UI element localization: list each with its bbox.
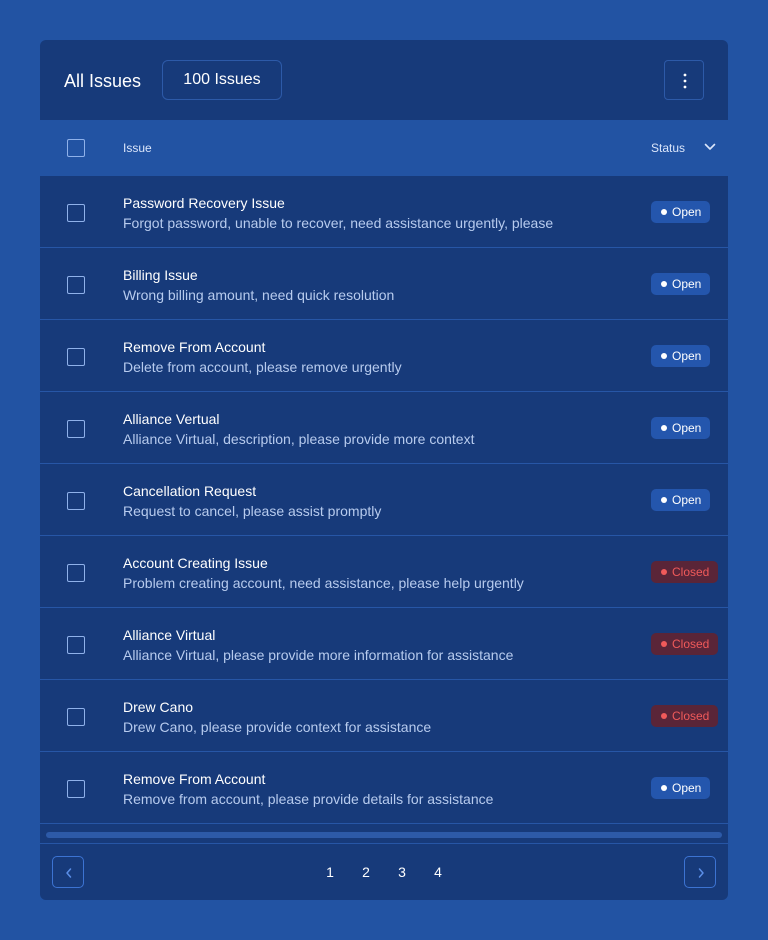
table-row[interactable]: Remove From Account Delete from account, … xyxy=(40,320,728,392)
issue-title: Alliance Virtual xyxy=(123,627,216,643)
status-dot-icon xyxy=(661,353,667,359)
status-dot-icon xyxy=(661,713,667,719)
status-dot-icon xyxy=(661,569,667,575)
page-title: All Issues xyxy=(64,71,142,91)
issue-title: Alliance Vertual xyxy=(123,411,220,427)
status-label: Closed xyxy=(672,565,710,579)
row-checkbox[interactable] xyxy=(67,420,85,438)
issue-title: Remove From Account xyxy=(123,771,266,787)
status-label: Closed xyxy=(672,709,710,723)
issue-title: Remove From Account xyxy=(123,339,266,355)
issue-description: Alliance Virtual, description, please pr… xyxy=(123,431,475,447)
status-label: Closed xyxy=(672,637,710,651)
row-checkbox[interactable] xyxy=(67,708,85,726)
chevron-right-icon xyxy=(698,868,704,878)
page-3-link[interactable]: 3 xyxy=(392,864,412,880)
row-checkbox[interactable] xyxy=(67,564,85,582)
status-dot-icon xyxy=(661,209,667,215)
status-dot-icon xyxy=(661,425,667,431)
more-options-button[interactable] xyxy=(664,60,704,100)
page-2-link[interactable]: 2 xyxy=(356,864,376,880)
issue-description: Delete from account, please remove urgen… xyxy=(123,359,402,375)
page-4-link[interactable]: 4 xyxy=(428,864,448,880)
status-dot-icon xyxy=(661,641,667,647)
issue-description: Alliance Virtual, please provide more in… xyxy=(123,647,514,663)
status-badge: Open xyxy=(651,201,711,223)
status-badge: Open xyxy=(651,489,711,511)
status-badge: Open xyxy=(651,777,711,799)
row-checkbox[interactable] xyxy=(67,492,85,510)
vertical-ellipsis-icon xyxy=(683,73,687,89)
status-label: Open xyxy=(672,781,702,795)
table-row[interactable]: Password Recovery Issue Forgot password, … xyxy=(40,176,728,248)
column-header-status[interactable]: Status xyxy=(651,141,685,155)
divider xyxy=(40,843,728,844)
next-page-button[interactable] xyxy=(684,856,716,888)
issue-description: Forgot password, unable to recover, need… xyxy=(123,215,554,231)
table-row[interactable]: Account Creating Issue Problem creating a… xyxy=(40,536,728,608)
row-checkbox[interactable] xyxy=(67,204,85,222)
row-checkbox[interactable] xyxy=(67,636,85,654)
status-label: Open xyxy=(672,493,702,507)
issues-card: All Issues 100 Issues Issue Status Passw… xyxy=(40,40,728,900)
status-dot-icon xyxy=(661,785,667,791)
status-badge: Open xyxy=(651,417,711,439)
row-checkbox[interactable] xyxy=(67,276,85,294)
issue-description: Remove from account, please provide deta… xyxy=(123,791,494,807)
row-checkbox[interactable] xyxy=(67,348,85,366)
row-checkbox[interactable] xyxy=(67,780,85,798)
status-label: Open xyxy=(672,277,702,291)
select-all-checkbox[interactable] xyxy=(67,139,85,157)
table-row[interactable]: Billing Issue Wrong billing amount, need … xyxy=(40,248,728,320)
issue-title: Cancellation Request xyxy=(123,483,257,499)
issue-title: Billing Issue xyxy=(123,267,198,283)
issue-count-badge: 100 Issues xyxy=(162,60,282,100)
issue-description: Problem creating account, need assistanc… xyxy=(123,575,524,591)
page-1-link[interactable]: 1 xyxy=(320,864,340,880)
issue-description: Wrong billing amount, need quick resolut… xyxy=(123,287,395,303)
status-badge: Open xyxy=(651,345,711,367)
status-badge: Closed xyxy=(651,705,719,727)
card-header: All Issues 100 Issues xyxy=(40,40,728,120)
issue-title: Account Creating Issue xyxy=(123,555,268,571)
table-row[interactable]: Cancellation Request Request to cancel, p… xyxy=(40,464,728,536)
table-row[interactable]: Remove From Account Remove from account, … xyxy=(40,752,728,824)
issue-description: Request to cancel, please assist promptl… xyxy=(123,503,382,519)
column-header-issue: Issue xyxy=(123,141,152,155)
status-label: Open xyxy=(672,205,702,219)
status-dot-icon xyxy=(661,497,667,503)
issue-title: Password Recovery Issue xyxy=(123,195,285,211)
table-row[interactable]: Drew Cano Drew Cano, please provide conte… xyxy=(40,680,728,752)
status-dot-icon xyxy=(661,281,667,287)
status-label: Open xyxy=(672,349,702,363)
issue-description: Drew Cano, please provide context for as… xyxy=(123,719,432,735)
table-row[interactable]: Alliance Virtual Alliance Virtual, please… xyxy=(40,608,728,680)
table-row[interactable]: Alliance Vertual Alliance Virtual, descri… xyxy=(40,392,728,464)
status-badge: Open xyxy=(651,273,711,295)
status-label: Open xyxy=(672,421,702,435)
chevron-left-icon xyxy=(66,868,72,878)
previous-page-button[interactable] xyxy=(52,856,84,888)
status-badge: Closed xyxy=(651,561,719,583)
table-header: Issue Status xyxy=(40,120,728,176)
chevron-down-icon[interactable] xyxy=(704,143,716,151)
issue-title: Drew Cano xyxy=(123,699,194,715)
horizontal-scrollbar[interactable] xyxy=(46,832,722,838)
status-badge: Closed xyxy=(651,633,719,655)
